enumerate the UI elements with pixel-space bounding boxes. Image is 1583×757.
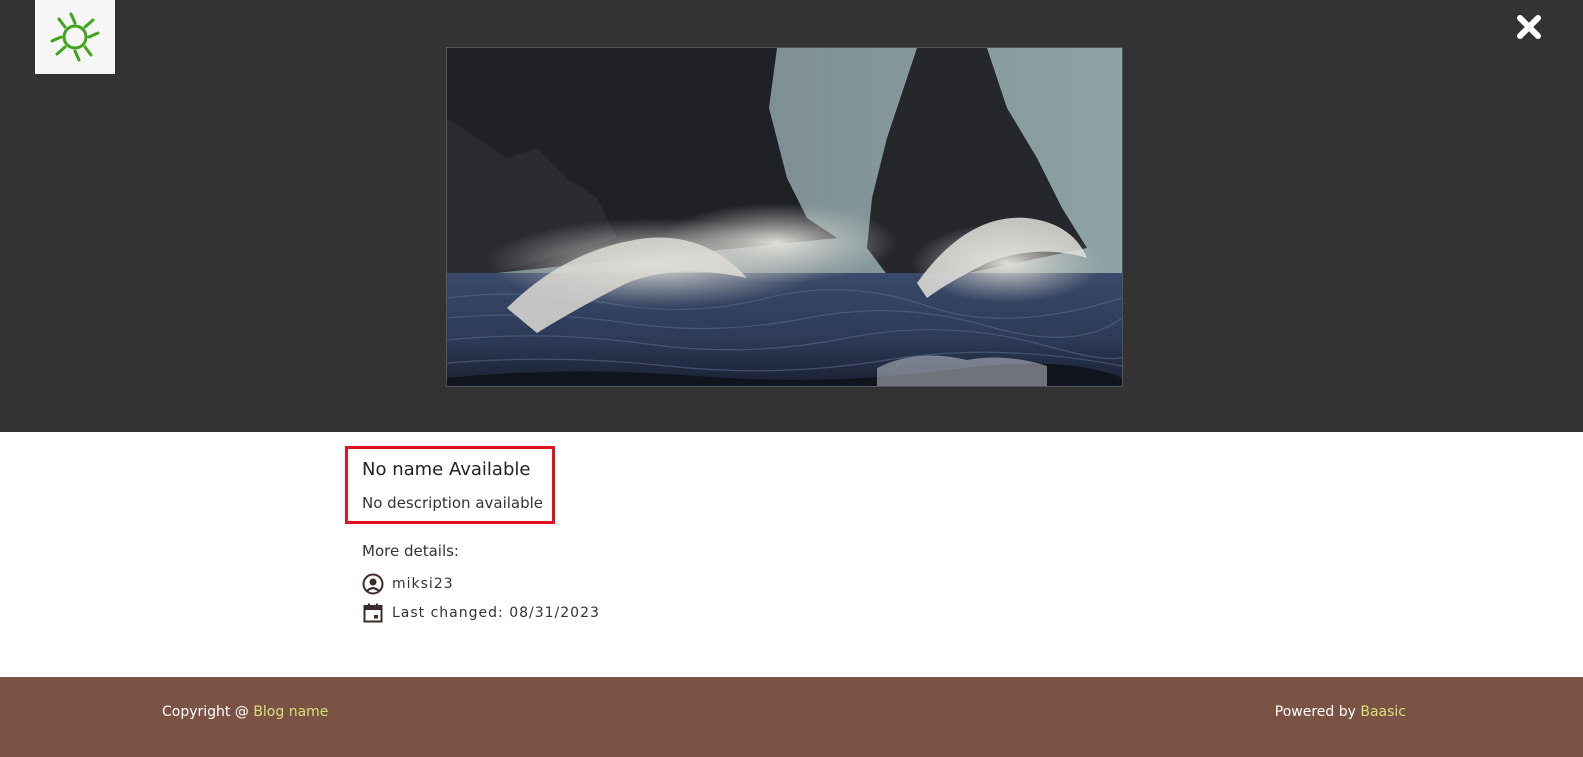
powered-by: Powered by Baasic (1275, 704, 1406, 720)
copyright-prefix: Copyright @ (162, 704, 254, 720)
logo[interactable] (35, 0, 115, 74)
author-row: miksi23 (362, 573, 454, 595)
author-name: miksi23 (392, 576, 454, 592)
close-button[interactable] (1512, 10, 1546, 44)
calendar-icon (363, 603, 383, 623)
baasic-link[interactable]: Baasic (1360, 704, 1406, 720)
user-circle-icon (362, 573, 384, 595)
footer: Copyright @ Blog name Powered by Baasic (0, 677, 1583, 757)
powered-prefix: Powered by (1274, 704, 1361, 720)
blog-name-link[interactable]: Blog name (253, 704, 328, 720)
photo-description: No description available (362, 494, 544, 512)
name-description-highlight (345, 446, 555, 524)
image-viewer-header (0, 0, 1583, 432)
close-icon (1517, 15, 1541, 39)
photo-title: No name Available (362, 459, 531, 480)
sun-logo-icon (50, 12, 100, 62)
main-photo (446, 47, 1123, 387)
more-details-label: More details: (362, 542, 459, 560)
last-changed-text: Last changed: 08/31/2023 (392, 605, 600, 621)
last-changed-row: Last changed: 08/31/2023 (362, 602, 600, 624)
copyright: Copyright @ Blog name (162, 704, 328, 720)
